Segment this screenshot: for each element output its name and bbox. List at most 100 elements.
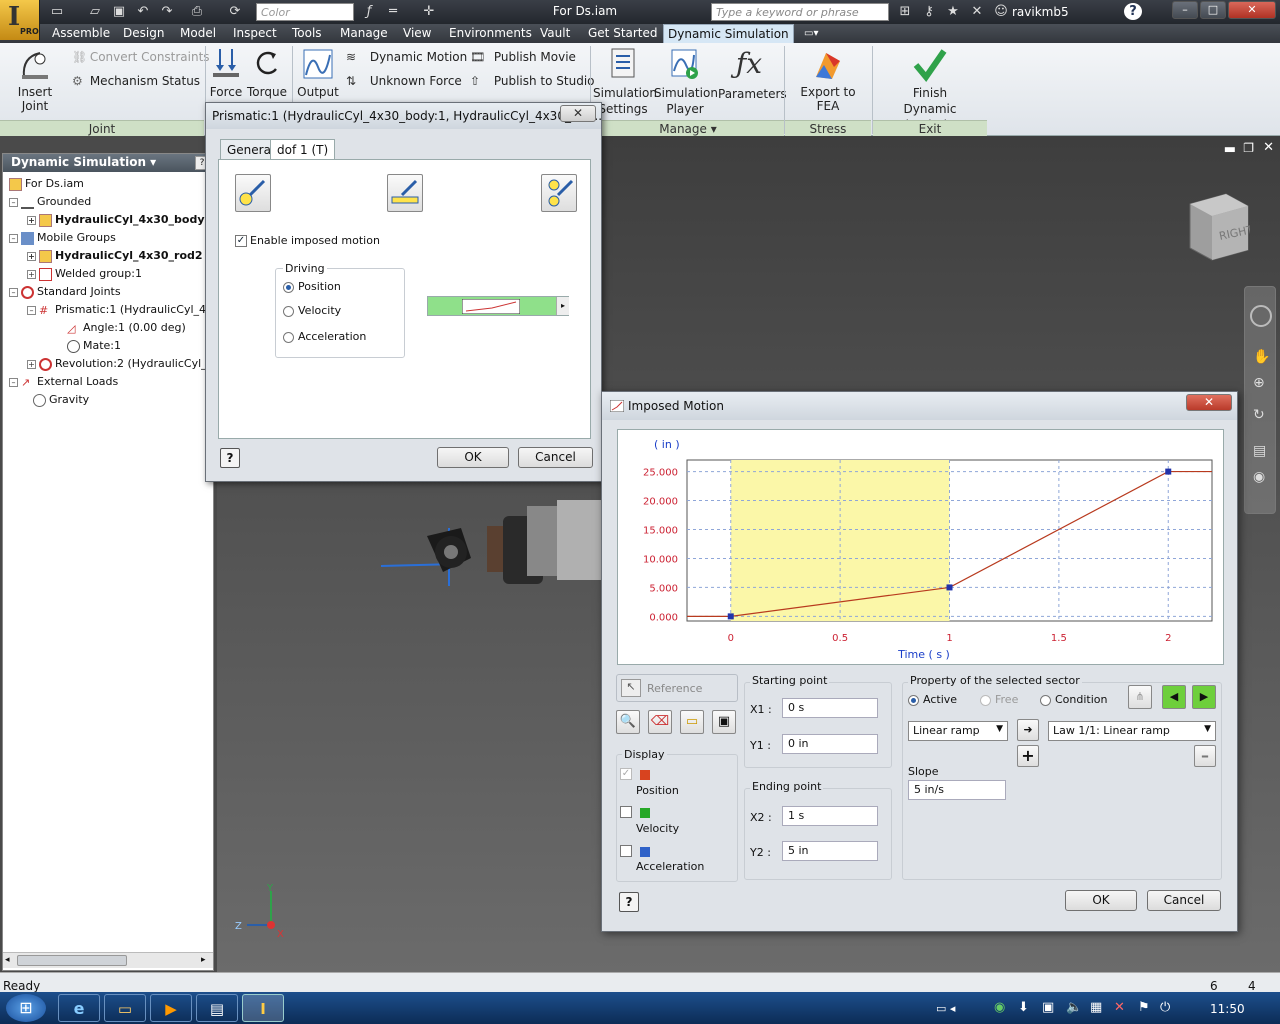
explorer-icon[interactable]: ▭ <box>104 994 146 1022</box>
redo-icon[interactable]: ↷ <box>158 3 176 20</box>
x1-input[interactable]: 0 s <box>782 698 878 718</box>
browser-horizontal-scrollbar[interactable]: ◂ ▸ <box>3 952 213 968</box>
power-icon[interactable]: ⏻ <box>1160 1000 1170 1015</box>
help-icon[interactable]: ? <box>1124 3 1142 20</box>
tree-item-grounded[interactable]: – Grounded <box>9 193 91 211</box>
spring-damper-button[interactable] <box>541 174 577 212</box>
panel-label-manage[interactable]: Manage ▾ <box>592 120 784 136</box>
simulation-settings-button[interactable]: Simulation Settings <box>593 47 657 117</box>
fx-icon[interactable]: ƒ <box>360 3 378 20</box>
open-file-button[interactable]: ▭ <box>680 710 704 734</box>
imposed-close-button[interactable]: ✕ <box>1186 394 1232 411</box>
zoom-icon[interactable]: ⊕ <box>1253 375 1265 391</box>
search-input[interactable]: Type a keyword or phrase <box>711 3 889 21</box>
prismatic-help-button[interactable]: ? <box>220 448 240 468</box>
collapse-icon[interactable]: – <box>27 305 36 315</box>
imposed-cancel-button[interactable]: Cancel <box>1147 890 1221 911</box>
y2-input[interactable]: 5 in <box>782 841 878 861</box>
expand-icon[interactable]: + <box>27 359 36 369</box>
initial-position-button[interactable] <box>235 174 271 212</box>
acceleration-radio[interactable] <box>283 331 294 343</box>
expand-icon[interactable]: + <box>27 251 36 261</box>
app-logo[interactable]: I PRO <box>0 0 40 40</box>
tab-manage[interactable]: Manage <box>336 24 392 43</box>
ribbon-options-icon[interactable]: ▭▾ <box>800 24 822 43</box>
save-icon[interactable]: ▣ <box>110 3 128 20</box>
print-icon[interactable]: ⎙ <box>188 3 206 20</box>
simulation-player-button[interactable]: Simulation Player <box>654 47 718 117</box>
collapse-icon[interactable]: – <box>9 197 18 207</box>
save-file-button[interactable]: ▣ <box>712 710 736 734</box>
imposed-ok-button[interactable]: OK <box>1065 890 1137 911</box>
display-position-checkbox[interactable]: ✓ <box>620 768 632 780</box>
window-switcher-icon[interactable]: ▤ <box>196 994 238 1022</box>
steering-wheel-icon[interactable] <box>1250 305 1272 327</box>
tree-item-root[interactable]: For Ds.iam <box>9 175 84 193</box>
viewport-minimize-icon[interactable]: ▬ <box>1224 142 1236 157</box>
add-sector-button[interactable]: + <box>1017 745 1039 767</box>
tree-structure-button[interactable]: ⋔ <box>1128 685 1152 709</box>
key-icon[interactable]: ⚷ <box>920 3 938 20</box>
open-icon[interactable]: ▱ <box>86 3 104 20</box>
language-bar-icon[interactable]: ▭ ◂ <box>936 1002 955 1015</box>
expand-icon[interactable]: + <box>27 215 36 225</box>
tab-vault[interactable]: Vault <box>536 24 574 43</box>
insert-joint-button[interactable]: Insert Joint <box>4 47 66 113</box>
viewcube-icon[interactable]: RIGHT <box>1186 190 1250 262</box>
tray-download-icon[interactable]: ⬇ <box>1018 1000 1029 1015</box>
close-button[interactable]: ✕ <box>1228 1 1276 19</box>
tree-item-external-loads[interactable]: – ↗ External Loads <box>9 373 118 391</box>
scroll-right-icon[interactable]: ▸ <box>201 955 206 965</box>
display-velocity-checkbox[interactable] <box>620 806 632 818</box>
free-option[interactable]: Free <box>980 693 1018 706</box>
condition-radio[interactable] <box>1040 694 1051 706</box>
volume-icon[interactable]: 🔈 <box>1066 1000 1082 1015</box>
publish-studio-button[interactable]: ⇧ Publish to Studio <box>470 74 595 88</box>
y1-input[interactable]: 0 in <box>782 734 878 754</box>
tab-get-started[interactable]: Get Started <box>584 24 662 43</box>
law-select[interactable]: Law 1/1: Linear ramp ▼ <box>1048 721 1216 741</box>
velocity-radio[interactable] <box>283 305 294 317</box>
move-icon[interactable]: ✛ <box>420 3 438 20</box>
reference-button[interactable]: ↖ Reference <box>616 674 738 702</box>
tree-item-body[interactable]: + HydraulicCyl_4x30_body <box>27 211 205 229</box>
tray-app-icon[interactable]: ◉ <box>994 1000 1005 1015</box>
force-button[interactable]: Force <box>208 47 244 99</box>
open-graph-arrow-icon[interactable]: ▸ <box>556 297 569 315</box>
undo-icon[interactable]: ↶ <box>134 3 152 20</box>
free-radio[interactable] <box>980 694 991 706</box>
driving-position-option[interactable]: Position <box>283 280 341 293</box>
imposed-help-button[interactable]: ? <box>619 892 639 912</box>
driving-acceleration-option[interactable]: Acceleration <box>283 330 366 343</box>
x2-input[interactable]: 1 s <box>782 806 878 826</box>
parameters-button[interactable]: ƒx Parameters <box>718 47 787 101</box>
user-name[interactable]: ravikmb5 <box>1012 5 1069 19</box>
condition-option[interactable]: Condition <box>1040 693 1108 706</box>
apply-law-button[interactable]: ➜ <box>1017 719 1039 741</box>
tab-view[interactable]: View <box>399 24 435 43</box>
network-icon[interactable]: ✕ <box>1114 1000 1125 1015</box>
output-button[interactable]: Output <box>296 47 340 99</box>
slope-input[interactable]: 5 in/s <box>908 780 1006 800</box>
binoculars-icon[interactable]: ⊞ <box>896 3 914 20</box>
scrollbar-thumb[interactable] <box>17 955 127 966</box>
tools-icon[interactable]: ✕ <box>968 3 986 20</box>
collapse-icon[interactable]: – <box>9 287 18 297</box>
tree-item-mate[interactable]: Mate:1 <box>67 337 121 355</box>
browser-header[interactable]: Dynamic Simulation ▾ <box>3 154 213 172</box>
tab-environments[interactable]: Environments <box>445 24 536 43</box>
minimize-button[interactable]: – <box>1172 1 1198 19</box>
mechanism-status-button[interactable]: ⚙ Mechanism Status <box>72 74 200 88</box>
joint-force-button[interactable] <box>387 174 423 212</box>
expand-icon[interactable]: + <box>27 269 36 279</box>
viewport-restore-icon[interactable]: ❐ <box>1243 141 1254 155</box>
active-option[interactable]: Active <box>908 693 957 706</box>
tab-dof[interactable]: dof 1 (T) <box>270 139 336 160</box>
prismatic-close-button[interactable]: ✕ <box>560 105 596 122</box>
tree-item-welded-group[interactable]: + Welded group:1 <box>27 265 142 283</box>
prismatic-cancel-button[interactable]: Cancel <box>518 447 593 468</box>
driving-velocity-option[interactable]: Velocity <box>283 304 341 317</box>
tree-item-rod[interactable]: + HydraulicCyl_4x30_rod2 <box>27 247 203 265</box>
maximize-button[interactable]: □ <box>1200 1 1226 19</box>
viewport-close-icon[interactable]: ✕ <box>1263 140 1274 155</box>
